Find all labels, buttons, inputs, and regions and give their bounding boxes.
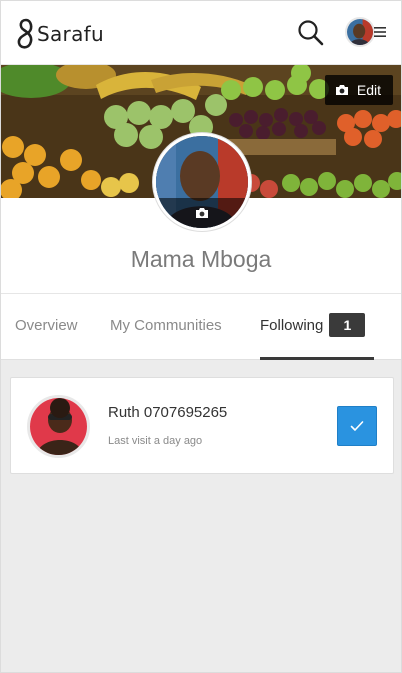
followed-toggle-button[interactable] — [337, 406, 377, 446]
last-visit-text: Last visit a day ago — [108, 435, 203, 447]
user-menu-button[interactable] — [345, 17, 389, 49]
top-header: Sarafu — [1, 1, 401, 65]
following-count-badge: 1 — [329, 312, 366, 337]
search-icon — [298, 20, 324, 46]
tab-my-communities[interactable]: My Communities — [110, 294, 222, 360]
profile-name: Mama Mboga — [130, 246, 272, 272]
tab-overview-label: Overview — [15, 317, 78, 334]
following-list-item[interactable]: Ruth 0707695265 Last visit a day ago — [10, 377, 394, 474]
user-avatar-icon — [345, 17, 375, 47]
profile-tabs: Overview My Communities Following 1 — [1, 293, 401, 360]
tab-my-communities-label: My Communities — [110, 317, 222, 334]
edit-label: Edit — [356, 82, 381, 98]
hamburger-icon — [374, 27, 386, 37]
search-button[interactable] — [297, 19, 325, 47]
tab-following-label: Following — [260, 317, 324, 334]
camera-icon — [335, 85, 348, 95]
edit-cover-button[interactable]: Edit — [324, 75, 393, 105]
app-frame: Sarafu Edit Mama Mboga Overview My Commu… — [0, 0, 402, 673]
camera-icon — [196, 208, 208, 218]
profile-photo[interactable] — [153, 133, 251, 231]
sarafu-logo[interactable]: Sarafu — [17, 18, 104, 50]
following-user-name[interactable]: Ruth 0707695265 — [108, 404, 227, 421]
tab-following[interactable]: Following 1 — [260, 294, 374, 360]
logo-mark-icon — [17, 18, 33, 49]
tab-overview[interactable]: Overview — [15, 294, 78, 360]
logo-text: Sarafu — [37, 22, 104, 46]
change-photo-button[interactable] — [156, 198, 248, 228]
user-photo-image — [30, 398, 87, 455]
checkmark-icon — [350, 421, 364, 431]
following-user-avatar[interactable] — [27, 395, 90, 458]
